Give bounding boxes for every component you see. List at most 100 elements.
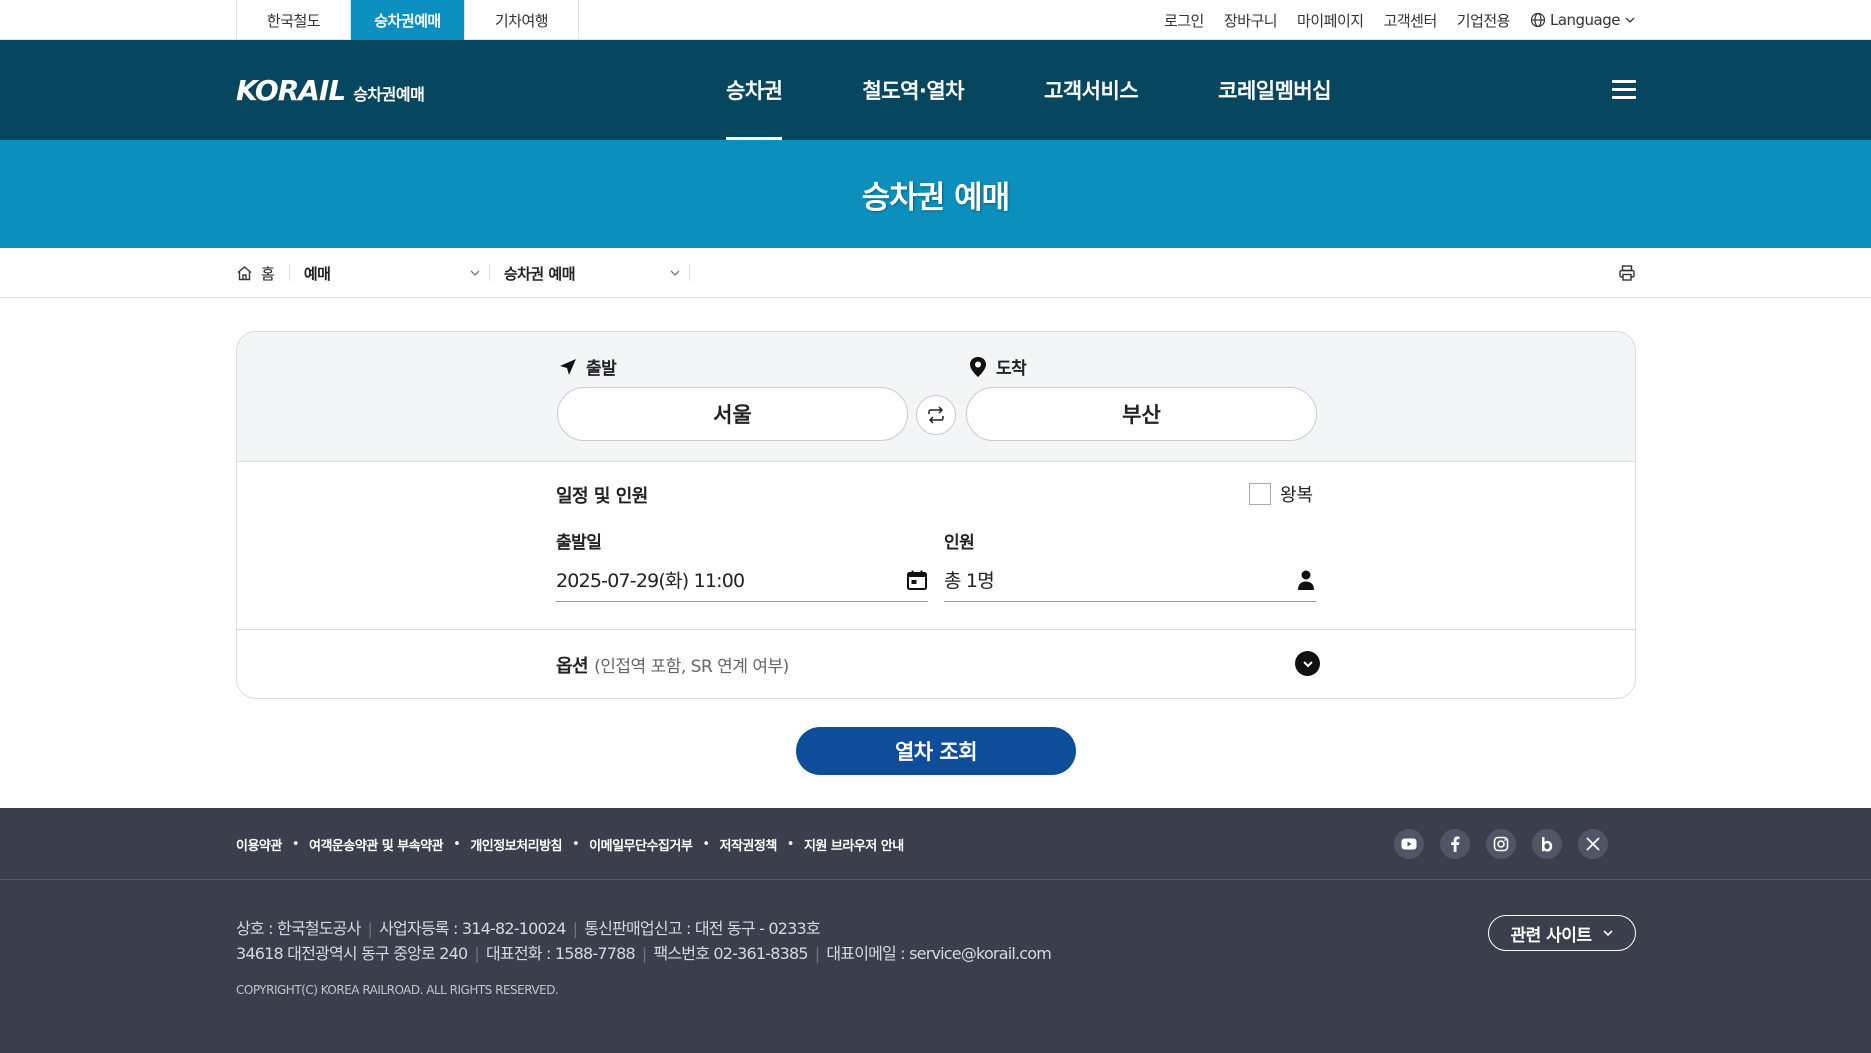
hamburger-menu-icon[interactable] [1612,80,1636,100]
chevron-down-icon [1625,17,1635,23]
company-info-line1: 상호 : 한국철도공사 | 사업자등록 : 314-82-10024 | 통신판매업신고… [236,919,821,938]
menu-membership[interactable]: 코레일멤버십 [1218,40,1331,140]
customer-center-link[interactable]: 고객센터 [1384,10,1438,31]
passengers-field[interactable]: 총 1명 [944,558,1316,602]
home-icon [237,266,252,281]
search-trains-button[interactable]: 열차 조회 [796,727,1076,775]
departure-label-group: 출발 [558,354,617,379]
departure-date-field[interactable]: 2025-07-29(화) 11:00 [556,558,928,602]
language-label: Language [1549,11,1621,29]
schedule-section: 일정 및 인원 왕복 출발일 2025-07-29(화) 11:00 인원 총 … [237,462,1635,630]
login-link[interactable]: 로그인 [1164,10,1204,31]
map-pin-icon [970,356,986,377]
cart-link[interactable]: 장바구니 [1224,10,1278,31]
sns-links [1394,829,1608,859]
footer-link-terms[interactable]: 이용약관 [236,835,282,854]
menu-station-train[interactable]: 철도역·열차 [862,40,964,140]
arrival-station-button[interactable]: 부산 [966,387,1317,441]
chevron-down-icon [470,270,480,276]
chevron-down-icon[interactable] [1295,651,1320,676]
x-icon[interactable] [1578,829,1608,859]
footer: 이용약관 • 여객운송약관 및 부속약관 • 개인정보처리방침 • 이메일무단수집거부… [0,808,1871,1053]
date-label: 출발일 [556,533,602,553]
utility-bar: 한국철도 승차권예매 기차여행 로그인 장바구니 마이페이지 고객센터 기업전용… [0,0,1871,40]
chevron-down-icon [1602,930,1613,937]
company-name: 상호 : 한국철도공사 [236,919,361,938]
facebook-icon[interactable] [1440,829,1470,859]
mail-order-registration: 통신판매업신고 : 대전 동구 - 0233호 [584,919,820,938]
company-phone: 대표전화 : 1588-7788 [485,944,636,963]
company-email: 대표이메일 : service@korail.com [826,944,1052,963]
menu-customer-service[interactable]: 고객서비스 [1044,40,1139,140]
booking-area: 출발 서울 도착 부산 일정 및 인원 왕복 출발일 2025-07-29(화)… [236,331,1636,775]
person-icon [1298,570,1314,590]
breadcrumb-home-label: 홈 [261,264,275,283]
breadcrumb-level2-select[interactable]: 승차권 예매 [490,264,690,283]
globe-icon [1530,12,1546,28]
related-sites-button[interactable]: 관련 사이트 [1488,915,1636,951]
print-button[interactable] [1618,264,1636,286]
options-sublabel: (인접역 포함, SR 연계 여부) [594,657,789,677]
arrival-label-group: 도착 [968,354,1027,379]
breadcrumb-home[interactable]: 홈 [236,264,290,283]
footer-links: 이용약관 • 여객운송약관 및 부속약관 • 개인정보처리방침 • 이메일무단수집거부… [236,835,904,854]
booking-box: 출발 서울 도착 부산 일정 및 인원 왕복 출발일 2025-07-29(화)… [236,331,1636,699]
logo-main: KORAIL [236,73,346,107]
related-sites-label: 관련 사이트 [1510,925,1592,946]
chevron-down-icon [670,270,680,276]
swap-arrows-icon [928,406,944,424]
language-selector[interactable]: Language [1530,11,1636,29]
company-fax: 팩스번호 02-361-8385 [653,944,808,963]
copyright: COPYRIGHT(C) KOREA RAILROAD. ALL RIGHTS … [236,983,559,997]
navigation-arrow-icon [560,358,576,375]
site-tab-travel[interactable]: 기차여행 [465,0,579,40]
breadcrumb: 홈 예매 승차권 예매 [0,248,1871,298]
page-banner: 승차권 예매 [0,140,1871,248]
departure-label: 출발 [586,359,617,379]
swap-stations-button[interactable] [916,395,956,435]
roundtrip-checkbox[interactable]: 왕복 [1249,481,1313,507]
breadcrumb-level1-label: 예매 [303,264,331,283]
site-tab-ticketing[interactable]: 승차권예매 [351,0,465,40]
footer-link-transport-terms[interactable]: 여객운송약관 및 부속약관 [309,835,444,854]
roundtrip-label: 왕복 [1280,485,1314,506]
instagram-icon[interactable] [1486,829,1516,859]
calendar-icon [907,570,927,590]
printer-icon [1619,265,1635,281]
options-text: 옵션 (인접역 포함, SR 연계 여부) [556,652,789,678]
youtube-icon[interactable] [1394,829,1424,859]
footer-link-browsers[interactable]: 지원 브라우저 안내 [804,835,904,854]
passengers-label: 인원 [944,533,975,553]
checkbox-box[interactable] [1249,483,1271,505]
site-tab-korail[interactable]: 한국철도 [237,0,351,40]
departure-date-value: 2025-07-29(화) 11:00 [556,570,745,592]
arrival-label: 도착 [996,359,1027,379]
options-toggle[interactable]: 옵션 (인접역 포함, SR 연계 여부) [237,630,1635,698]
main-header: KORAIL 승차권예매 승차권 철도역·열차 고객서비스 코레일멤버십 [0,40,1871,140]
breadcrumb-level2-label: 승차권 예매 [503,264,576,283]
business-link[interactable]: 기업전용 [1457,10,1511,31]
logo-sub: 승차권예매 [353,84,425,104]
footer-links-bar: 이용약관 • 여객운송약관 및 부속약관 • 개인정보처리방침 • 이메일무단수집거부… [0,808,1871,880]
menu-ticket[interactable]: 승차권 [726,40,783,140]
departure-station-button[interactable]: 서울 [557,387,908,441]
passengers-value: 총 1명 [944,570,995,592]
korail-logo[interactable]: KORAIL 승차권예매 [236,73,425,107]
main-menu: 승차권 철도역·열차 고객서비스 코레일멤버십 [726,40,1411,140]
utility-links: 로그인 장바구니 마이페이지 고객센터 기업전용 Language [1164,0,1636,40]
site-tabs: 한국철도 승차권예매 기차여행 [236,0,579,40]
schedule-title: 일정 및 인원 [556,486,648,507]
footer-link-email-policy[interactable]: 이메일무단수집거부 [589,835,693,854]
page-title: 승차권 예매 [861,179,1010,216]
company-address: 34618 대전광역시 동구 중앙로 240 [236,944,468,963]
options-label: 옵션 [556,656,589,677]
company-info-line2: 34618 대전광역시 동구 중앙로 240 | 대표전화 : 1588-7788 |… [236,944,1052,963]
route-section: 출발 서울 도착 부산 [237,332,1635,462]
mypage-link[interactable]: 마이페이지 [1297,10,1364,31]
blog-icon[interactable] [1532,829,1562,859]
breadcrumb-level1-select[interactable]: 예매 [290,264,490,283]
footer-link-copyright[interactable]: 저작권정책 [719,835,777,854]
business-registration: 사업자등록 : 314-82-10024 [379,919,566,938]
company-info: 상호 : 한국철도공사 | 사업자등록 : 314-82-10024 | 통신판매업신고… [236,880,1636,1003]
footer-link-privacy[interactable]: 개인정보처리방침 [470,835,562,854]
